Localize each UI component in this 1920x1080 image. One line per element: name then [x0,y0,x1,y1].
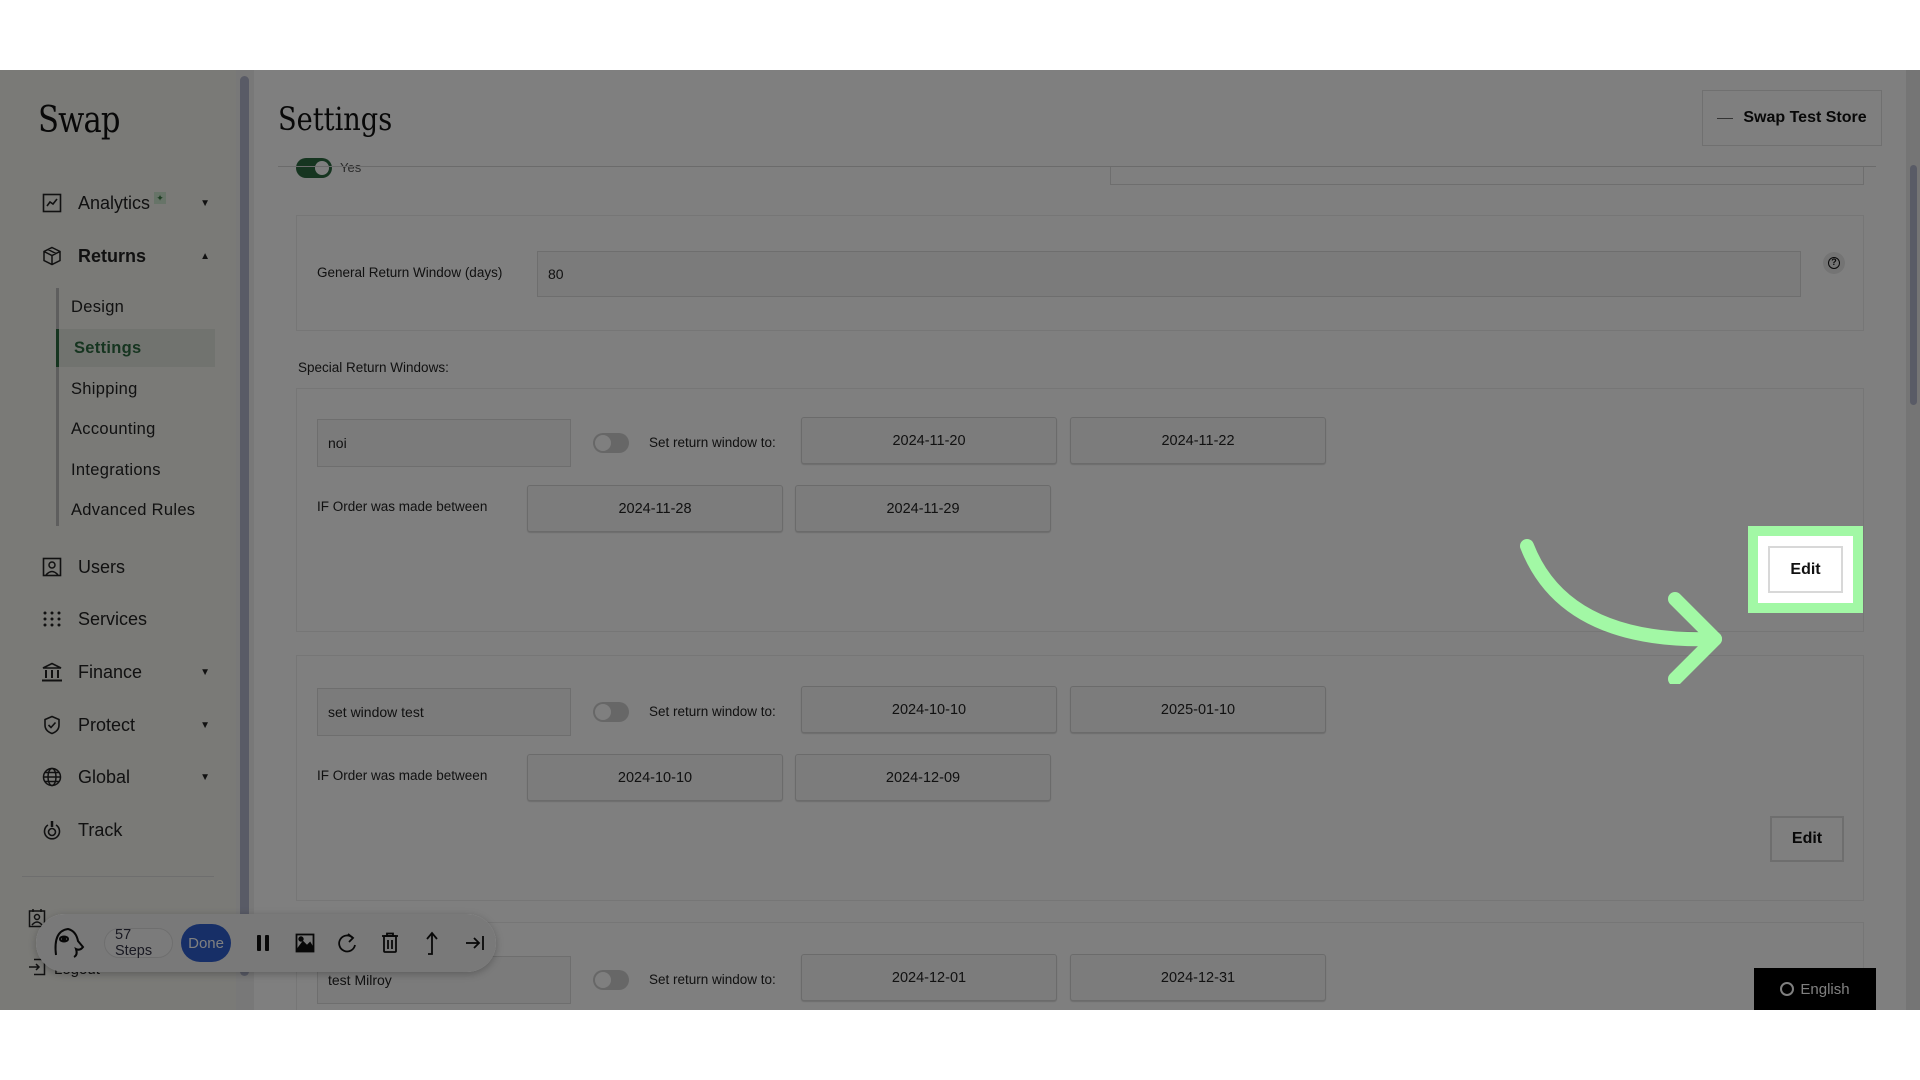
app-frame: Swap Analytics ✦ ▼ Returns ▲ Design Sett… [0,70,1920,1010]
pause-icon[interactable] [241,923,283,963]
skip-to-end-icon[interactable] [454,923,496,963]
image-icon[interactable] [284,923,326,963]
recorder-toolbar: 57 Steps Done [36,914,496,972]
share-up-icon[interactable] [411,923,453,963]
redo-icon[interactable] [326,923,368,963]
recorder-logo-icon [50,925,86,961]
steps-counter: 57 Steps [104,927,173,959]
trash-icon[interactable] [369,923,411,963]
done-button[interactable]: Done [180,924,232,962]
pointer-arrow-icon [1520,539,1722,684]
highlight-frame: Edit [1748,526,1863,613]
edit-button-highlighted[interactable]: Edit [1768,546,1843,593]
